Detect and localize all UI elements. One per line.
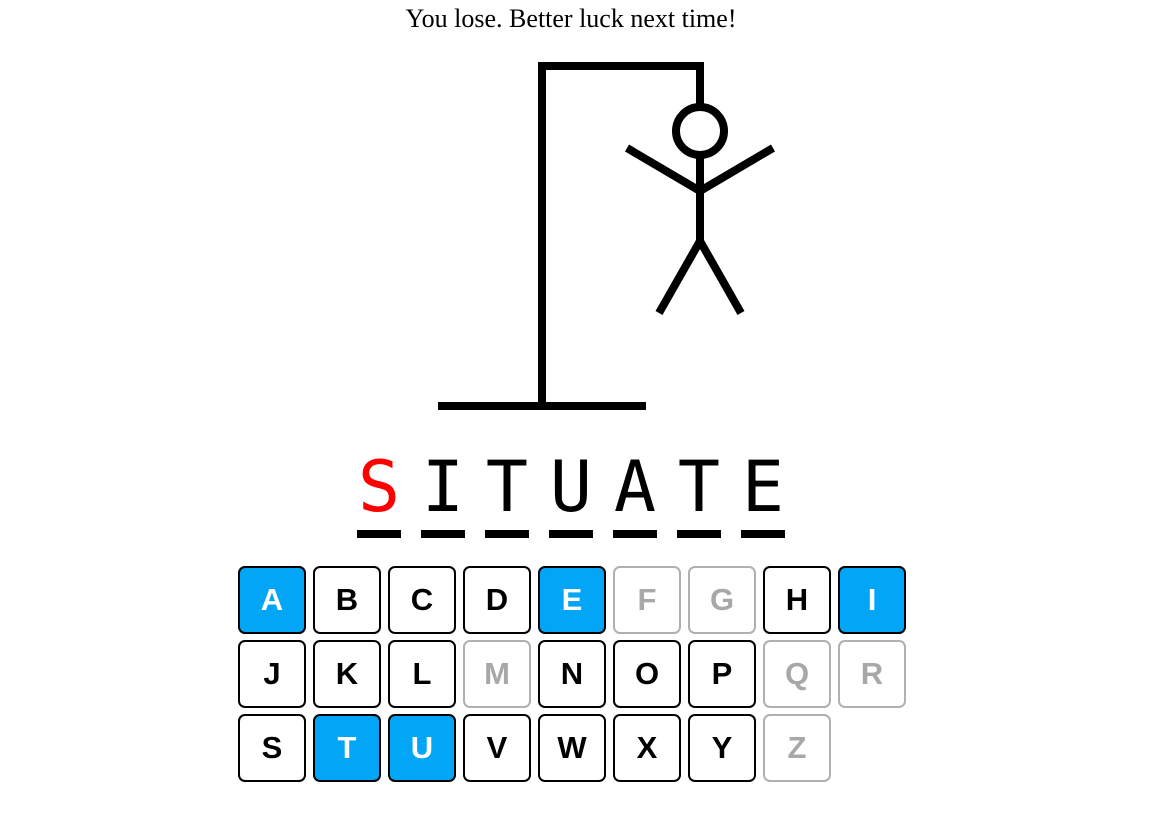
key-a[interactable]: A [238,566,306,634]
key-o[interactable]: O [613,640,681,708]
letter-underline [357,530,401,538]
key-z[interactable]: Z [763,714,831,782]
key-q[interactable]: Q [763,640,831,708]
key-n[interactable]: N [538,640,606,708]
letter-underline [741,530,785,538]
word-letter-slot: T [677,452,721,538]
key-b[interactable]: B [313,566,381,634]
word-letter-slot: T [485,452,529,538]
revealed-letter: T [485,446,529,528]
letter-underline [549,530,593,538]
game-status-message: You lose. Better luck next time! [405,4,737,33]
key-w[interactable]: W [538,714,606,782]
key-i[interactable]: I [838,566,906,634]
key-f[interactable]: F [613,566,681,634]
key-y[interactable]: Y [688,714,756,782]
key-l[interactable]: L [388,640,456,708]
key-c[interactable]: C [388,566,456,634]
word-display: SITUATE [357,452,785,538]
letter-underline [613,530,657,538]
letter-underline [421,530,465,538]
word-letter-slot: A [613,452,657,538]
hangman-right-leg [696,239,745,315]
key-e[interactable]: E [538,566,606,634]
hangman-left-leg [655,239,704,315]
key-u[interactable]: U [388,714,456,782]
word-letter-slot: U [549,452,593,538]
key-v[interactable]: V [463,714,531,782]
hangman-drawing [438,62,776,410]
revealed-letter: I [421,446,465,528]
key-x[interactable]: X [613,714,681,782]
key-p[interactable]: P [688,640,756,708]
key-r[interactable]: R [838,640,906,708]
letter-underline [677,530,721,538]
hangman-head [672,103,728,159]
revealed-letter: U [549,446,593,528]
key-t[interactable]: T [313,714,381,782]
key-h[interactable]: H [763,566,831,634]
letter-keyboard: ABCDEFGHI JKLMNOPQR STUVWXYZ [238,566,906,782]
revealed-letter: A [613,446,657,528]
letter-underline [485,530,529,538]
word-letter-slot: E [741,452,785,538]
missed-letter: S [357,446,401,528]
revealed-letter: T [677,446,721,528]
key-k[interactable]: K [313,640,381,708]
revealed-letter: E [741,446,785,528]
key-s[interactable]: S [238,714,306,782]
key-j[interactable]: J [238,640,306,708]
word-letter-slot: S [357,452,401,538]
key-g[interactable]: G [688,566,756,634]
word-letter-slot: I [421,452,465,538]
key-m[interactable]: M [463,640,531,708]
key-d[interactable]: D [463,566,531,634]
